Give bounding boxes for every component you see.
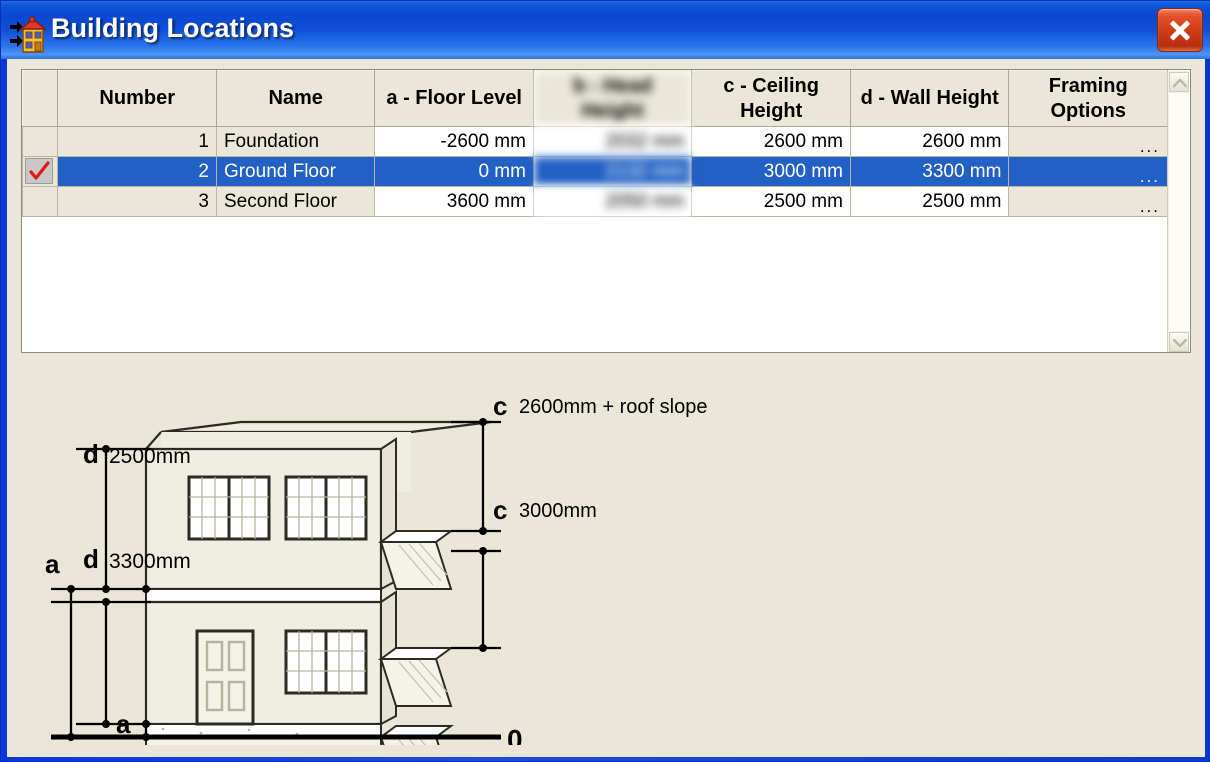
- entry-door: [195, 629, 255, 726]
- cell-wall-height[interactable]: 3300 mm: [849, 156, 1010, 187]
- cell-name[interactable]: Second Floor: [215, 186, 376, 217]
- table-row[interactable]: 2 Ground Floor 0 mm 2132 mm 3000 mm 3300…: [22, 156, 1168, 187]
- cell-number[interactable]: 2: [57, 156, 217, 187]
- cell-ceiling-height[interactable]: 2500 mm: [691, 186, 851, 217]
- table-row[interactable]: 3 Second Floor 3600 mm 2050 mm 2500 mm 2…: [22, 186, 1168, 217]
- framing-options-button[interactable]: ...: [1140, 133, 1160, 156]
- scroll-up-button[interactable]: [1169, 72, 1189, 92]
- cell-framing-options[interactable]: ...: [1008, 186, 1168, 217]
- title-bar: Building Locations: [1, 1, 1210, 59]
- framing-options-button[interactable]: ...: [1140, 193, 1160, 216]
- building-section-drawing: d 2500mm d 3300mm a a c 2600mm + roof sl…: [21, 359, 1191, 745]
- row-select-cell[interactable]: [22, 156, 59, 187]
- column-header-floor-level[interactable]: a - Floor Level: [374, 70, 534, 127]
- column-header-name[interactable]: Name: [215, 70, 376, 127]
- chevron-down-icon: [1173, 338, 1187, 348]
- close-button[interactable]: [1157, 8, 1203, 52]
- window-title: Building Locations: [51, 13, 294, 43]
- cell-wall-height[interactable]: 2500 mm: [849, 186, 1010, 217]
- annotation-offset-letter: a: [116, 709, 131, 739]
- annotation-baseline-zero: 0: [507, 724, 523, 745]
- framing-options-button[interactable]: ...: [1140, 163, 1160, 186]
- annotation-lower-wall-letter: d: [83, 544, 99, 574]
- locations-table: Number Name a - Floor Level b - Head Hei…: [22, 70, 1168, 217]
- annotation-lower-ceiling-letter: c: [493, 495, 507, 525]
- client-area: Number Name a - Floor Level b - Head Hei…: [7, 59, 1205, 757]
- row-select-cell[interactable]: [22, 126, 59, 157]
- cell-head-height[interactable]: 2132 mm: [532, 156, 693, 187]
- upper-window-right: [284, 475, 368, 541]
- scroll-down-button[interactable]: [1169, 332, 1189, 352]
- annotation-total-letter: a: [45, 549, 60, 579]
- cell-ceiling-height[interactable]: 2600 mm: [691, 126, 851, 157]
- chevron-up-icon: [1173, 78, 1187, 88]
- cell-floor-level[interactable]: 0 mm: [374, 156, 534, 187]
- annotation-upper-ceiling-value: 2600mm + roof slope: [519, 396, 707, 418]
- building-locations-grid[interactable]: Number Name a - Floor Level b - Head Hei…: [21, 69, 1191, 353]
- cell-head-height[interactable]: 2050 mm: [532, 186, 693, 217]
- table-header-row: Number Name a - Floor Level b - Head Hei…: [22, 70, 1168, 127]
- cell-floor-level[interactable]: 3600 mm: [374, 186, 534, 217]
- upper-window-left: [187, 475, 271, 541]
- building-locations-window: Building Locations Number Name a - Floor…: [0, 0, 1210, 762]
- column-header-head-height[interactable]: b - Head Height: [532, 70, 693, 127]
- scrollbar-track[interactable]: [1169, 93, 1189, 331]
- cell-framing-options[interactable]: ...: [1008, 126, 1168, 157]
- cell-head-height[interactable]: 2032 mm: [532, 126, 693, 157]
- annotation-lower-wall-value: 3300mm: [109, 550, 191, 573]
- cell-name[interactable]: Foundation: [215, 126, 376, 157]
- cell-name[interactable]: Ground Floor: [215, 156, 376, 187]
- annotation-upper-wall-value: 2500mm: [109, 445, 191, 468]
- annotation-lower-ceiling-value: 3000mm: [519, 500, 597, 522]
- cell-framing-options[interactable]: ...: [1008, 156, 1168, 187]
- cell-number[interactable]: 3: [57, 186, 217, 217]
- cell-floor-level[interactable]: -2600 mm: [374, 126, 534, 157]
- annotation-upper-ceiling-letter: c: [493, 391, 507, 421]
- column-header-wall-height[interactable]: d - Wall Height: [849, 70, 1010, 127]
- column-header-select[interactable]: [22, 70, 59, 127]
- cell-number[interactable]: 1: [57, 126, 217, 157]
- row-checkmark-icon[interactable]: [25, 158, 53, 184]
- building-house-icon: [9, 15, 49, 55]
- table-row[interactable]: 1 Foundation -2600 mm 2032 mm 2600 mm 26…: [22, 126, 1168, 157]
- building-section-diagram: d 2500mm d 3300mm a a c 2600mm + roof sl…: [21, 359, 1191, 745]
- lower-window: [284, 629, 368, 695]
- cell-ceiling-height[interactable]: 3000 mm: [691, 156, 851, 187]
- column-header-framing-options[interactable]: Framing Options: [1008, 70, 1168, 127]
- column-header-number[interactable]: Number: [57, 70, 217, 127]
- annotation-upper-wall-letter: d: [83, 439, 99, 469]
- cell-wall-height[interactable]: 2600 mm: [849, 126, 1010, 157]
- grid-vertical-scrollbar[interactable]: [1167, 71, 1189, 352]
- row-select-cell[interactable]: [22, 186, 59, 217]
- column-header-ceiling-height[interactable]: c - Ceiling Height: [691, 70, 851, 127]
